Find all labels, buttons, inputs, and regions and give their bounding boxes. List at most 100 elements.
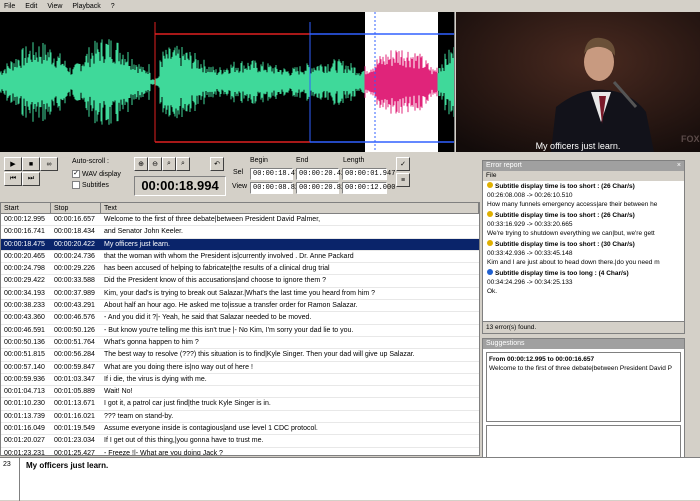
forward-button[interactable]: ⏭ [22, 172, 40, 186]
table-row[interactable]: 00:00:50.136 00:00:51.764 What's gonna hap… [1, 337, 479, 350]
channel-watermark: FOX [681, 134, 700, 144]
header-text[interactable]: Text [101, 203, 479, 213]
menu-edit[interactable]: Edit [24, 3, 38, 10]
subtitle-text-input[interactable]: My officers just learn. [26, 461, 108, 470]
error-item[interactable]: Subtitle display time is too long : (4 C… [483, 268, 684, 297]
error-times: 00:26:08.008 -> 00:26:10.510 [487, 192, 573, 199]
video-player[interactable]: FOX My officers just learn. [456, 12, 700, 152]
cell-text: What's gonna happen to him ? [104, 338, 199, 346]
loop-button[interactable]: ∞ [40, 157, 58, 171]
close-icon[interactable]: × [677, 161, 684, 171]
zoom-in-button[interactable]: ⊕ [134, 157, 148, 171]
cell-start: 00:01:16.049 [4, 425, 45, 433]
table-row[interactable]: 00:01:04.713 00:01:05.889 Wait! No! [1, 386, 479, 399]
table-row[interactable]: 00:00:57.140 00:00:59.847 What are you doi… [1, 362, 479, 374]
subtitles-option[interactable]: Subtitles [72, 181, 109, 189]
error-item[interactable]: Subtitle display time is too short : (30… [483, 239, 684, 268]
cell-stop: 00:00:46.576 [54, 314, 95, 322]
warning-icon [487, 211, 493, 217]
cell-text: About half an hour ago. He asked me to|i… [104, 302, 358, 310]
cell-stop: 00:00:16.657 [54, 216, 95, 223]
zoom-all-button[interactable]: ⌕ [176, 157, 190, 171]
cell-start: 00:00:24.798 [4, 265, 45, 273]
apply-button[interactable]: ✓ [396, 157, 410, 171]
menu-file[interactable]: File [3, 3, 16, 10]
view-begin-field[interactable]: 00:00:08.826 [250, 182, 303, 194]
error-times: 00:33:42.936 -> 00:33:45.148 [487, 250, 573, 257]
cell-stop: 00:00:50.126 [54, 326, 95, 334]
cell-stop: 00:01:16.021 [54, 412, 95, 420]
table-row[interactable]: 00:01:23.231 00:01:25.427 - Freeze !|- Wha… [1, 448, 479, 455]
table-row[interactable]: 00:00:12.995 00:00:16.657 Welcome to the f… [1, 214, 479, 227]
zoom-out-button[interactable]: ⊖ [148, 157, 162, 171]
table-row[interactable]: 00:01:13.739 00:01:16.021 ??? team on stan… [1, 411, 479, 424]
suggestions-list[interactable]: From 00:00:12.995 to 00:00:16.657 Welcom… [486, 352, 681, 422]
table-row[interactable]: 00:01:20.027 00:01:23.034 If I get out of … [1, 435, 479, 448]
error-text: How many funnels emergency access|are th… [487, 201, 658, 208]
error-item[interactable]: Subtitle display time is too short : (26… [483, 210, 684, 239]
error-item[interactable]: Subtitle display time is too short : (26… [483, 181, 684, 210]
error-report-title-bar: Error report × [483, 161, 684, 171]
cell-start: 00:00:18.475 [4, 240, 45, 248]
view-length-field[interactable]: 00:00:12.000 [342, 182, 395, 194]
rewind-button[interactable]: ⏮ [4, 172, 22, 186]
error-list[interactable]: Subtitle display time is too short : (26… [483, 181, 684, 297]
current-timecode: 00:00:18.994 [134, 176, 226, 196]
table-row[interactable]: 00:00:43.360 00:00:46.576 - And you did it… [1, 312, 479, 325]
error-text: Kim and I are just about to head down th… [487, 259, 660, 266]
length-label: Length [343, 157, 365, 164]
subtitles-label: Subtitles [82, 181, 109, 189]
cell-stop: 00:00:51.764 [54, 338, 95, 346]
cell-start: 00:00:51.815 [4, 351, 45, 359]
table-row[interactable]: 00:01:16.049 00:01:19.549 Assume everyone … [1, 423, 479, 436]
notes-button[interactable]: ≡ [396, 173, 410, 187]
cell-start: 00:00:34.193 [4, 289, 45, 297]
table-row[interactable]: 00:00:51.815 00:00:56.284 The best way to … [1, 349, 479, 362]
error-report-menu[interactable]: File [483, 171, 684, 181]
table-row[interactable]: 00:00:34.193 00:00:37.989 Kim, your dad's … [1, 288, 479, 301]
sel-end-field[interactable]: 00:00:20.422 [296, 168, 349, 180]
subtitle-grid[interactable]: Start Stop Text 00:00:12.995 00:00:16.657… [0, 202, 480, 456]
cell-start: 00:00:46.591 [4, 326, 45, 334]
error-title: Subtitle display time is too short : (26… [495, 212, 635, 219]
zoom-selection-button[interactable]: ⌕ [162, 157, 176, 171]
header-stop[interactable]: Stop [51, 203, 101, 213]
table-row[interactable]: 00:00:59.936 00:01:03.347 If i die, the vi… [1, 374, 479, 387]
menu-view[interactable]: View [46, 3, 63, 10]
wav-display-label: WAV display [82, 170, 121, 178]
sel-length-field[interactable]: 00:00:01.947 [342, 168, 395, 180]
cell-start: 00:00:43.360 [4, 314, 45, 322]
table-row[interactable]: 00:00:18.475 00:00:20.422 My officers just… [1, 238, 479, 251]
loop-icon: ∞ [46, 160, 52, 168]
sel-begin-field[interactable]: 00:00:18.475 [250, 168, 303, 180]
table-row[interactable]: 00:01:10.230 00:01:13.671 I got it, a patr… [1, 398, 479, 411]
play-button[interactable]: ▶ [4, 157, 22, 171]
suggestions-panel: Suggestions From 00:00:12.995 to 00:00:1… [482, 338, 685, 474]
cell-start: 00:01:20.027 [4, 437, 45, 445]
cell-text: Kim, your dad's is trying to break out S… [104, 289, 375, 297]
table-row[interactable]: 00:00:38.233 00:00:43.291 About half an ho… [1, 300, 479, 313]
menu-help[interactable]: ? [110, 3, 116, 10]
stop-button[interactable]: ■ [22, 157, 40, 171]
subtitle-editor[interactable]: 23 My officers just learn. [0, 457, 700, 501]
table-row[interactable]: 00:00:16.741 00:00:18.434 and Senator John… [1, 226, 479, 239]
table-row[interactable]: 00:00:46.591 00:00:50.126 - But know you'r… [1, 325, 479, 337]
error-report-panel: Error report × File Subtitle display tim… [482, 160, 685, 334]
view-end-field[interactable]: 00:00:20.826 [296, 182, 349, 194]
table-row[interactable]: 00:00:24.798 00:00:29.226 has been accused… [1, 263, 479, 276]
wav-display-option[interactable]: ✓ WAV display [72, 170, 121, 178]
subtitles-checkbox[interactable] [72, 181, 80, 189]
waveform-canvas[interactable] [0, 12, 455, 152]
table-row[interactable]: 00:00:20.465 00:00:24.736 that the woman w… [1, 251, 479, 264]
cell-start: 00:00:57.140 [4, 363, 45, 371]
header-start[interactable]: Start [1, 203, 51, 213]
error-count: 13 error(s) found. [483, 321, 684, 333]
undo-button[interactable]: ↶ [210, 157, 224, 171]
cell-stop: 00:00:33.588 [54, 277, 95, 285]
cell-start: 00:01:10.230 [4, 400, 45, 408]
cell-start: 00:01:13.739 [4, 412, 45, 420]
table-row[interactable]: 00:00:29.422 00:00:33.588 Did the Presiden… [1, 275, 479, 288]
wav-display-checkbox[interactable]: ✓ [72, 170, 80, 178]
waveform-display[interactable] [0, 12, 455, 152]
menu-playback[interactable]: Playback [71, 3, 101, 10]
